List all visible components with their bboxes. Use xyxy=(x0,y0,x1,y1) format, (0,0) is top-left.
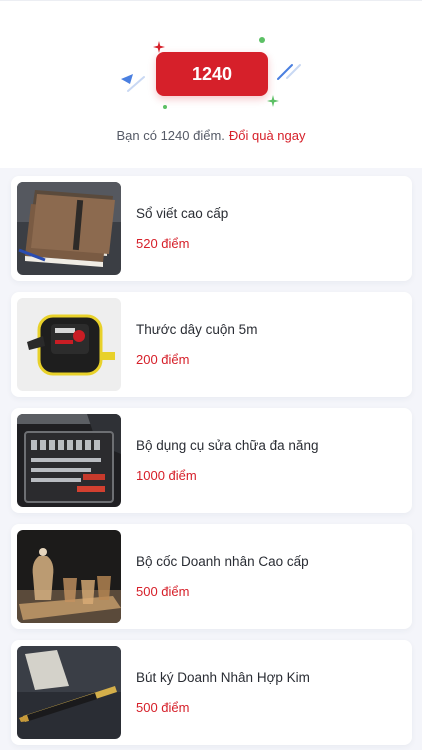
glass-set-image xyxy=(17,530,121,623)
points-summary: Bạn có 1240 điểm. Đổi quà ngay xyxy=(0,128,422,143)
points-badge: 1240 xyxy=(156,52,268,96)
gift-price: 200 điểm xyxy=(136,352,190,367)
dot-green-small-icon xyxy=(163,105,167,109)
gift-exchange-page: 1240 Bạn có 1240 điểm. Đổi quà ngay Sổ v… xyxy=(0,0,422,750)
gift-price: 520 điểm xyxy=(136,236,190,251)
notebook-image xyxy=(17,182,121,275)
dash-blue-icon xyxy=(127,76,145,92)
points-summary-text: Bạn có 1240 điểm. xyxy=(116,128,225,143)
gift-name: Bút ký Doanh Nhân Hợp Kim xyxy=(136,670,310,685)
dot-green-icon xyxy=(259,37,265,43)
gift-card[interactable]: Sổ viết cao cấp 520 điểm xyxy=(11,176,412,281)
gift-card[interactable]: Bộ dụng cụ sửa chữa đa năng 1000 điểm xyxy=(11,408,412,513)
gift-card[interactable]: Thước dây cuộn 5m 200 điểm xyxy=(11,292,412,397)
gift-card[interactable]: Bộ cốc Doanh nhân Cao cấp 500 điểm xyxy=(11,524,412,629)
gift-name: Thước dây cuộn 5m xyxy=(136,322,258,337)
toolkit-image xyxy=(17,414,121,507)
pen-image xyxy=(17,646,121,739)
gift-price: 1000 điểm xyxy=(136,468,197,483)
redeem-now-link[interactable]: Đổi quà ngay xyxy=(229,128,306,143)
gift-price: 500 điểm xyxy=(136,700,190,715)
points-header: 1240 Bạn có 1240 điểm. Đổi quà ngay xyxy=(0,0,422,168)
gift-name: Sổ viết cao cấp xyxy=(136,206,229,221)
gift-list: Sổ viết cao cấp 520 điểm Thước dây cuộn … xyxy=(11,176,412,750)
gift-price: 500 điểm xyxy=(136,584,190,599)
gift-name: Bộ cốc Doanh nhân Cao cấp xyxy=(136,554,309,569)
dash-blue-pair-icon xyxy=(277,64,301,80)
gift-card[interactable]: Bút ký Doanh Nhân Hợp Kim 500 điểm xyxy=(11,640,412,745)
gift-name: Bộ dụng cụ sửa chữa đa năng xyxy=(136,438,319,453)
tape-measure-image xyxy=(17,298,121,391)
sparkle-green-icon xyxy=(267,95,279,107)
